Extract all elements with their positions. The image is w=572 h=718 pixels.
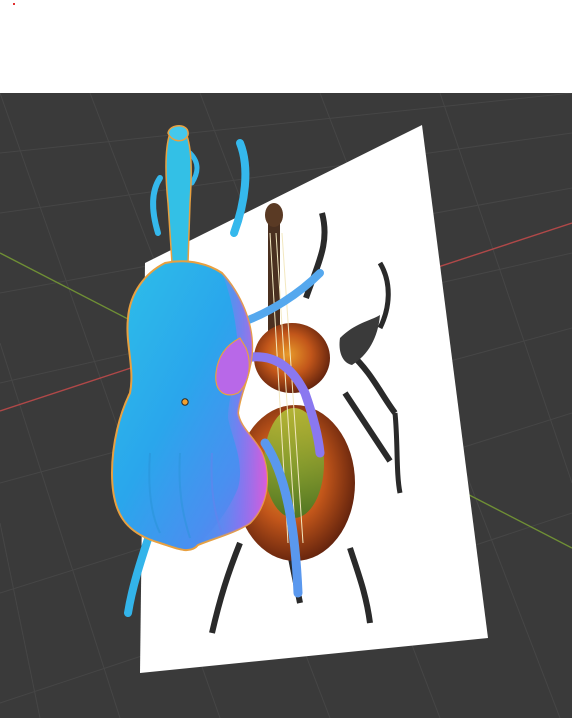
header-blank-area xyxy=(0,0,572,93)
status-dot xyxy=(13,3,15,5)
object-origin-marker[interactable] xyxy=(181,398,189,406)
3d-viewport[interactable] xyxy=(0,93,572,718)
viewport-scene[interactable] xyxy=(0,93,572,718)
